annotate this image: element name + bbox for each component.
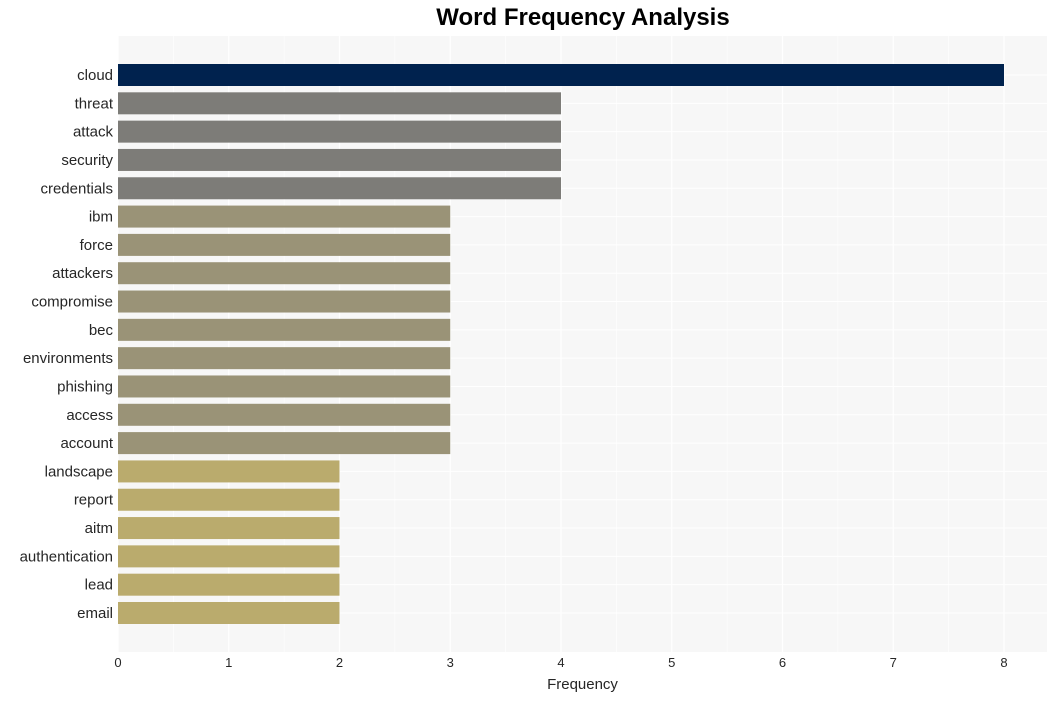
bar-landscape: [118, 460, 340, 483]
x-tick-label: 4: [557, 655, 564, 670]
bar-phishing: [118, 375, 451, 398]
y-tick-label: security: [61, 152, 113, 169]
y-tick-label: lead: [85, 577, 113, 594]
bar-access: [118, 403, 451, 426]
bar-aitm: [118, 517, 340, 540]
bar-account: [118, 432, 451, 455]
y-tick-label: cloud: [77, 67, 113, 84]
bar-report: [118, 488, 340, 511]
bar-force: [118, 233, 451, 256]
y-tick-label: compromise: [31, 294, 113, 311]
y-tick-label: attackers: [52, 265, 113, 282]
y-tick-label: account: [60, 435, 113, 452]
x-tick-label: 6: [779, 655, 786, 670]
bar-cloud: [118, 64, 1004, 86]
y-tick-label: landscape: [45, 463, 113, 480]
bar-lead: [118, 573, 340, 596]
bar-attackers: [118, 262, 451, 285]
bar-threat: [118, 92, 561, 115]
bar-credentials: [118, 177, 561, 200]
x-tick-label: 3: [447, 655, 454, 670]
x-tick-label: 1: [225, 655, 232, 670]
bar-authentication: [118, 545, 340, 568]
x-tick-label: 2: [336, 655, 343, 670]
y-tick-label: environments: [23, 350, 113, 367]
y-tick-label: report: [74, 492, 114, 509]
bar-chart: cloud threat attack security credentials ibm f…: [20, 36, 1047, 693]
bar-environments: [118, 347, 451, 370]
x-axis-label: Frequency: [547, 676, 618, 693]
bar-security: [118, 148, 561, 171]
y-tick-label: bec: [89, 322, 114, 339]
x-tick-label: 7: [890, 655, 897, 670]
bar-attack: [118, 120, 561, 143]
x-tick-label: 5: [668, 655, 675, 670]
y-tick-label: email: [77, 605, 113, 622]
bar-bec: [118, 318, 451, 341]
y-tick-label: ibm: [89, 209, 113, 226]
bar-compromise: [118, 290, 451, 313]
y-tick-label: aitm: [85, 520, 113, 537]
y-tick-label: phishing: [57, 378, 113, 395]
y-tick-label: force: [80, 237, 113, 254]
y-tick-label: attack: [73, 124, 114, 141]
x-tick-label: 8: [1000, 655, 1007, 670]
y-tick-label: access: [66, 407, 113, 424]
y-tick-label: authentication: [20, 548, 113, 565]
x-tick-label: 0: [114, 655, 121, 670]
y-tick-label: threat: [75, 95, 114, 112]
bar-ibm: [118, 205, 451, 228]
bar-email: [118, 602, 340, 624]
y-tick-label: credentials: [40, 180, 113, 197]
